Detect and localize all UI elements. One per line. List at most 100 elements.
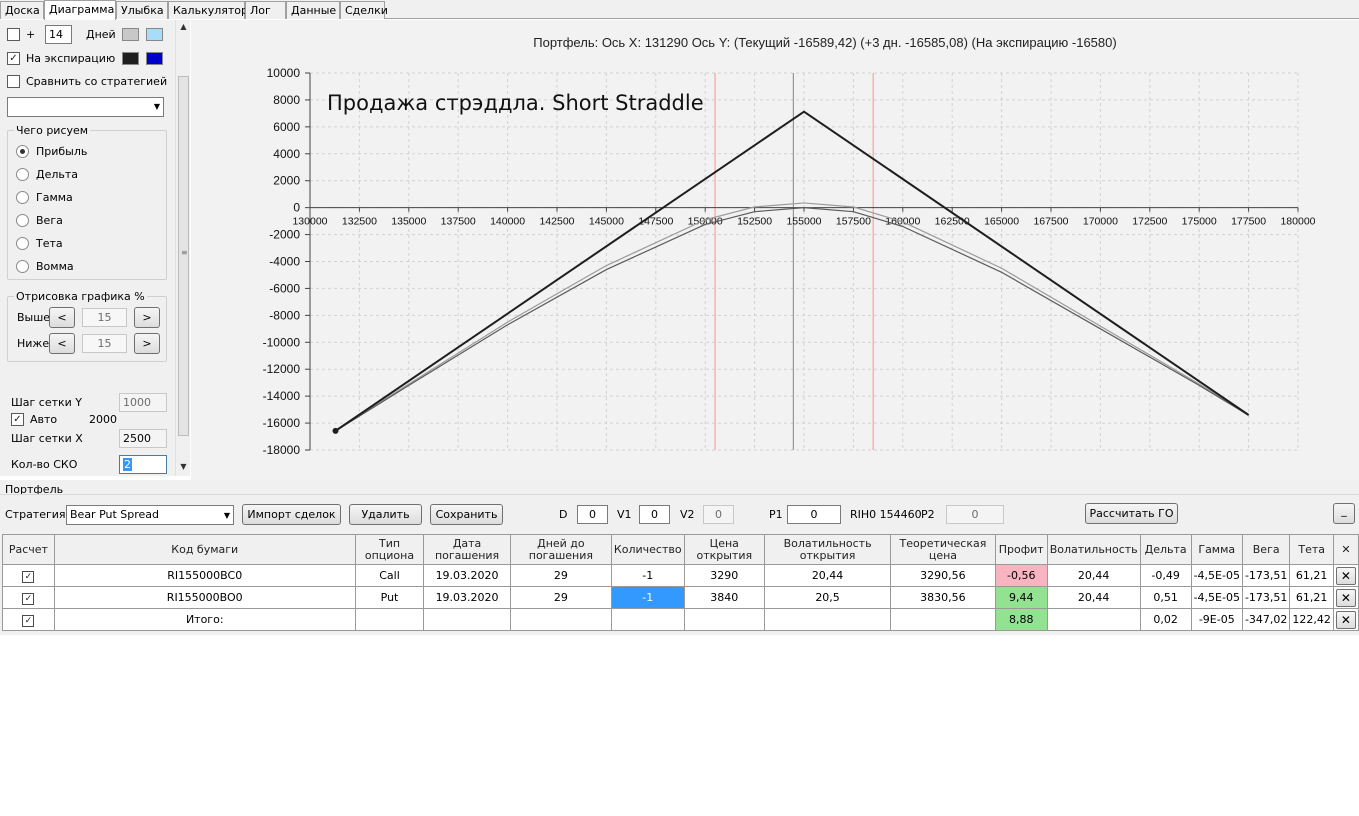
above-decrease-button[interactable]: < <box>49 307 75 328</box>
vol-open-cell[interactable]: 20,5 <box>764 586 892 609</box>
row-calc-checkbox[interactable]: ✓ <box>22 570 35 583</box>
settings-scrollbar[interactable]: ▲ ≡ ▼ <box>175 20 190 476</box>
table-total-row[interactable]: ✓ Итого: 8,88 0,02 -9E-05 -347,02 122,42… <box>2 608 1359 631</box>
table-row[interactable]: ✓ RI155000BO0 Put 19.03.2020 29 -1 3840 … <box>2 586 1359 609</box>
col-days-to-expiry[interactable]: Дней до погашения <box>509 534 612 565</box>
col-theoretical-price[interactable]: Теоретическая цена <box>890 534 996 565</box>
radio-delta[interactable] <box>16 168 29 181</box>
calc-margin-button[interactable]: Рассчитать ГО <box>1085 503 1178 524</box>
empty-cell <box>423 608 511 631</box>
days-input[interactable]: 14 <box>45 25 72 44</box>
tab-data[interactable]: Данные <box>286 1 340 19</box>
price-cell[interactable]: 3290 <box>683 564 766 587</box>
col-delta[interactable]: Дельта <box>1139 534 1192 565</box>
color-swatch-black[interactable] <box>122 52 139 65</box>
expiration-checkbox[interactable]: ✓ <box>7 52 20 65</box>
below-decrease-button[interactable]: < <box>49 333 75 354</box>
above-increase-button[interactable]: > <box>134 307 160 328</box>
d-input[interactable]: 0 <box>577 505 608 524</box>
qty-cell[interactable]: -1 <box>610 564 685 587</box>
col-calc[interactable]: Расчет <box>2 534 55 565</box>
row-calc-cell[interactable]: ✓ <box>2 586 55 609</box>
profit-cell: 9,44 <box>994 586 1048 609</box>
auto-label: Авто <box>30 413 58 426</box>
v2-input[interactable]: 0 <box>703 505 734 524</box>
color-swatch-gray[interactable] <box>122 28 139 41</box>
days-checkbox[interactable] <box>7 28 20 41</box>
remove-total-button[interactable]: ✕ <box>1335 610 1356 629</box>
radio-gamma[interactable] <box>16 191 29 204</box>
remove-row-button[interactable]: ✕ <box>1335 566 1356 585</box>
col-expiry-date[interactable]: Дата погашения <box>423 534 511 565</box>
tab-log[interactable]: Лог <box>245 1 286 19</box>
total-gamma-cell: -9E-05 <box>1190 608 1243 631</box>
tab-smile[interactable]: Улыбка <box>116 1 168 19</box>
delete-button[interactable]: Удалить <box>349 504 422 525</box>
col-profit[interactable]: Профит <box>994 534 1048 565</box>
sko-input[interactable]: 2 <box>119 455 167 474</box>
p1-input[interactable]: 0 <box>787 505 841 524</box>
total-calc-cell[interactable]: ✓ <box>2 608 55 631</box>
grid-x-input[interactable]: 2500 <box>119 429 167 448</box>
col-gamma[interactable]: Гамма <box>1190 534 1243 565</box>
strategy-select[interactable]: Bear Put Spread ▼ <box>66 505 234 525</box>
radio-vega-label: Вега <box>36 214 63 227</box>
compare-checkbox[interactable] <box>7 75 20 88</box>
radio-vega[interactable] <box>16 214 29 227</box>
minimize-button[interactable]: _ <box>1333 503 1355 524</box>
col-theta[interactable]: Тета <box>1289 534 1334 565</box>
scroll-up-icon[interactable]: ▲ <box>176 20 191 34</box>
payoff-chart[interactable]: 10000 8000 6000 4000 2000 0 -2000 -4000 -6000 -80… <box>191 20 1359 480</box>
days-cell: 29 <box>509 564 612 587</box>
sko-label: Кол-во СКО <box>11 458 78 471</box>
col-code[interactable]: Код бумаги <box>53 534 356 565</box>
tab-diagram[interactable]: Диаграмма <box>44 0 116 20</box>
x-tick-label: 180000 <box>1280 216 1315 228</box>
y-tick-label: 4000 <box>273 147 300 161</box>
remove-row-button[interactable]: ✕ <box>1335 588 1356 607</box>
radio-theta[interactable] <box>16 237 29 250</box>
col-remove[interactable]: ✕ <box>1332 534 1359 565</box>
compare-strategy-select[interactable]: ▼ <box>7 97 164 117</box>
vol-cell[interactable]: 20,44 <box>1046 564 1141 587</box>
tab-deals[interactable]: Сделки <box>340 1 388 19</box>
qty-cell[interactable]: -1 <box>610 586 685 609</box>
col-open-price[interactable]: Цена открытия <box>683 534 766 565</box>
vol-open-cell[interactable]: 20,44 <box>764 564 892 587</box>
grid-y-input[interactable]: 1000 <box>119 393 167 412</box>
row-calc-cell[interactable]: ✓ <box>2 564 55 587</box>
table-row[interactable]: ✓ RI155000BC0 Call 19.03.2020 29 -1 3290… <box>2 564 1359 587</box>
scroll-down-icon[interactable]: ▼ <box>176 460 191 474</box>
import-deals-button[interactable]: Импорт сделок <box>242 504 341 525</box>
vega-cell: -173,51 <box>1241 564 1291 587</box>
total-calc-checkbox[interactable]: ✓ <box>22 614 35 627</box>
radio-profit[interactable] <box>16 145 29 158</box>
tab-calculator[interactable]: Калькулятор <box>168 1 248 19</box>
col-volatility[interactable]: Волатильность <box>1046 534 1141 565</box>
v1-input[interactable]: 0 <box>639 505 670 524</box>
settings-panel: + 14 Дней ✓ На экспирацию Сравнить со ст… <box>0 20 175 476</box>
below-increase-button[interactable]: > <box>134 333 160 354</box>
save-button[interactable]: Сохранить <box>430 504 503 525</box>
auto-value: 2000 <box>89 413 117 426</box>
radio-vomma[interactable] <box>16 260 29 273</box>
col-quantity[interactable]: Количество <box>610 534 685 565</box>
col-vega[interactable]: Вега <box>1241 534 1291 565</box>
row-calc-checkbox[interactable]: ✓ <box>22 592 35 605</box>
payoff-chart-panel: 10000 8000 6000 4000 2000 0 -2000 -4000 -6000 -80… <box>191 20 1359 480</box>
vol-cell[interactable]: 20,44 <box>1046 586 1141 609</box>
y-tick-label: -6000 <box>269 281 300 295</box>
col-option-type[interactable]: Тип опциона <box>354 534 425 565</box>
col-open-volatility[interactable]: Волатильность открытия <box>764 534 892 565</box>
auto-checkbox[interactable]: ✓ <box>11 413 24 426</box>
scroll-thumb[interactable]: ≡ <box>178 76 189 436</box>
color-swatch-blue[interactable] <box>146 52 163 65</box>
grid-y-label: Шаг сетки Y <box>11 396 83 409</box>
delta-cell: 0,51 <box>1139 586 1192 609</box>
color-swatch-light-blue[interactable] <box>146 28 163 41</box>
p2-input[interactable]: 0 <box>946 505 1004 524</box>
price-cell[interactable]: 3840 <box>683 586 766 609</box>
tab-bar: Доска Диаграмма Улыбка Калькулятор Лог Д… <box>0 0 1359 20</box>
tab-board[interactable]: Доска <box>0 1 44 19</box>
gamma-cell: -4,5E-05 <box>1190 586 1243 609</box>
